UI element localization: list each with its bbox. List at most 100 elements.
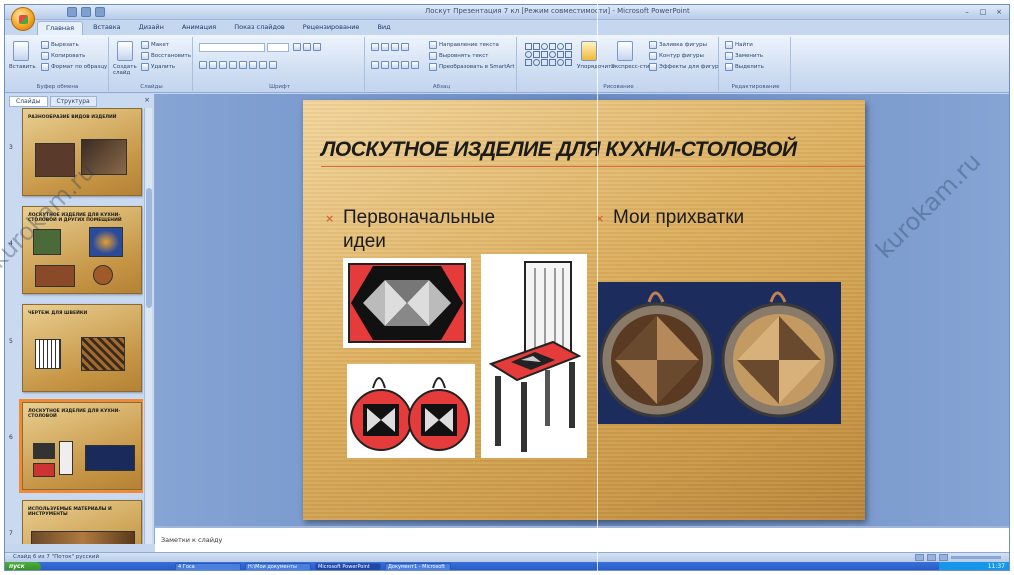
shape-item[interactable] [565, 43, 572, 50]
smartart-button[interactable]: Преобразовать в SmartArt [429, 63, 515, 71]
slide[interactable]: ЛОСКУТНОЕ ИЗДЕЛИЕ ДЛЯ КУХНИ-СТОЛОВОЙ × П… [303, 100, 865, 520]
slide-title[interactable]: ЛОСКУТНОЕ ИЗДЕЛИЕ ДЛЯ КУХНИ-СТОЛОВОЙ [321, 138, 861, 162]
tab-outline[interactable]: Структура [49, 96, 97, 107]
panel-scrollbar[interactable] [144, 108, 152, 544]
new-slide-button[interactable]: Создать слайд [113, 64, 143, 76]
potholders-photo-image[interactable] [597, 282, 841, 424]
left-bullet-text[interactable]: Первоначальные идеи [343, 206, 543, 254]
shape-item[interactable] [565, 51, 572, 58]
panel-scrollbar-thumb[interactable] [146, 188, 152, 308]
slideshow-view-icon[interactable] [939, 554, 948, 561]
save-icon[interactable] [67, 7, 77, 17]
slide-thumbnail[interactable]: Используемые материалы и инструменты [22, 500, 142, 544]
minimize-button[interactable]: – [961, 7, 973, 17]
shape-item[interactable] [541, 43, 548, 50]
taskbar-item-active[interactable]: Microsoft PowerPoint [315, 563, 381, 570]
sketch-chair-image[interactable] [481, 254, 587, 458]
sketch-round-potholders-image[interactable] [347, 364, 475, 458]
replace-button[interactable]: Заменить [725, 52, 763, 60]
shape-effects-button[interactable]: Эффекты для фигур [649, 63, 719, 71]
sorter-view-icon[interactable] [927, 554, 936, 561]
line-spacing-icon[interactable] [401, 43, 409, 51]
case-icon[interactable] [259, 61, 267, 69]
shape-item[interactable] [549, 51, 556, 58]
shape-item[interactable] [549, 43, 556, 50]
quick-styles-icon[interactable] [617, 41, 633, 61]
close-button[interactable]: × [993, 7, 1005, 17]
shrink-font-icon[interactable] [303, 43, 311, 51]
numbering-icon[interactable] [381, 43, 389, 51]
shape-item[interactable] [557, 51, 564, 58]
indent-icon[interactable] [391, 43, 399, 51]
taskbar-item[interactable]: 4 Госа [175, 563, 241, 570]
cut-button[interactable]: Вырезать [41, 41, 79, 49]
slide-thumbnail-selected[interactable]: Лоскутное изделие для кухни-столовой [19, 399, 143, 493]
notes-pane[interactable]: Заметки к слайду [155, 526, 1009, 552]
format-painter-button[interactable]: Формат по образцу [41, 63, 107, 71]
tab-review[interactable]: Рецензирование [295, 21, 368, 35]
arrange-button[interactable]: Упорядочить [577, 64, 615, 70]
select-button[interactable]: Выделить [725, 63, 764, 71]
office-button[interactable] [11, 7, 35, 31]
bold-icon[interactable] [199, 61, 207, 69]
right-bullet-text[interactable]: Мои прихватки [613, 206, 833, 230]
shape-item[interactable] [557, 59, 564, 66]
shape-item[interactable] [549, 59, 556, 66]
arrange-icon[interactable] [581, 41, 597, 61]
spacing-icon[interactable] [249, 61, 257, 69]
reset-button[interactable]: Восстановить [141, 52, 191, 60]
tab-home[interactable]: Главная [37, 21, 84, 35]
shape-item[interactable] [541, 51, 548, 58]
bullets-icon[interactable] [371, 43, 379, 51]
align-text-button[interactable]: Выровнять текст [429, 52, 488, 60]
shape-item[interactable] [541, 59, 548, 66]
tab-design[interactable]: Дизайн [131, 21, 172, 35]
tab-slides[interactable]: Слайды [9, 96, 48, 107]
sketch-rectangle-image[interactable] [343, 258, 471, 348]
shape-item[interactable] [557, 43, 564, 50]
shape-fill-button[interactable]: Заливка фигуры [649, 41, 707, 49]
panel-close-icon[interactable]: × [144, 96, 150, 104]
redo-icon[interactable] [95, 7, 105, 17]
shape-outline-button[interactable]: Контур фигуры [649, 52, 704, 60]
delete-slide-button[interactable]: Удалить [141, 63, 175, 71]
shape-item[interactable] [525, 59, 532, 66]
shape-item[interactable] [525, 51, 532, 58]
tab-animation[interactable]: Анимация [174, 21, 224, 35]
font-name-input[interactable] [199, 43, 265, 52]
columns-icon[interactable] [411, 61, 419, 69]
text-direction-button[interactable]: Направление текста [429, 41, 499, 49]
paste-button[interactable]: Вставить [9, 64, 36, 70]
shape-item[interactable] [565, 59, 572, 66]
shapes-gallery[interactable] [525, 43, 572, 66]
taskbar-item[interactable]: Н:\Мои документы [245, 563, 311, 570]
shape-item[interactable] [533, 59, 540, 66]
underline-icon[interactable] [219, 61, 227, 69]
slide-thumbnail[interactable]: Чертеж для швейки [22, 304, 142, 392]
font-color-icon[interactable] [269, 61, 277, 69]
italic-icon[interactable] [209, 61, 217, 69]
shadow-icon[interactable] [239, 61, 247, 69]
justify-icon[interactable] [401, 61, 409, 69]
shape-item[interactable] [533, 43, 540, 50]
shape-item[interactable] [533, 51, 540, 58]
tab-view[interactable]: Вид [369, 21, 398, 35]
taskbar-item[interactable]: Документ1 - Microsoft [385, 563, 451, 570]
align-left-icon[interactable] [371, 61, 379, 69]
grow-font-icon[interactable] [293, 43, 301, 51]
font-size-input[interactable] [267, 43, 289, 52]
clear-format-icon[interactable] [313, 43, 321, 51]
align-right-icon[interactable] [391, 61, 399, 69]
copy-button[interactable]: Копировать [41, 52, 85, 60]
maximize-button[interactable]: □ [977, 7, 989, 17]
shape-item[interactable] [525, 43, 532, 50]
align-center-icon[interactable] [381, 61, 389, 69]
start-button[interactable]: пуск [5, 562, 41, 570]
normal-view-icon[interactable] [915, 554, 924, 561]
undo-icon[interactable] [81, 7, 91, 17]
new-slide-icon[interactable] [117, 41, 133, 61]
tab-insert[interactable]: Вставка [85, 21, 129, 35]
layout-button[interactable]: Макет [141, 41, 169, 49]
paste-icon[interactable] [13, 41, 29, 61]
zoom-slider[interactable] [951, 556, 1001, 559]
